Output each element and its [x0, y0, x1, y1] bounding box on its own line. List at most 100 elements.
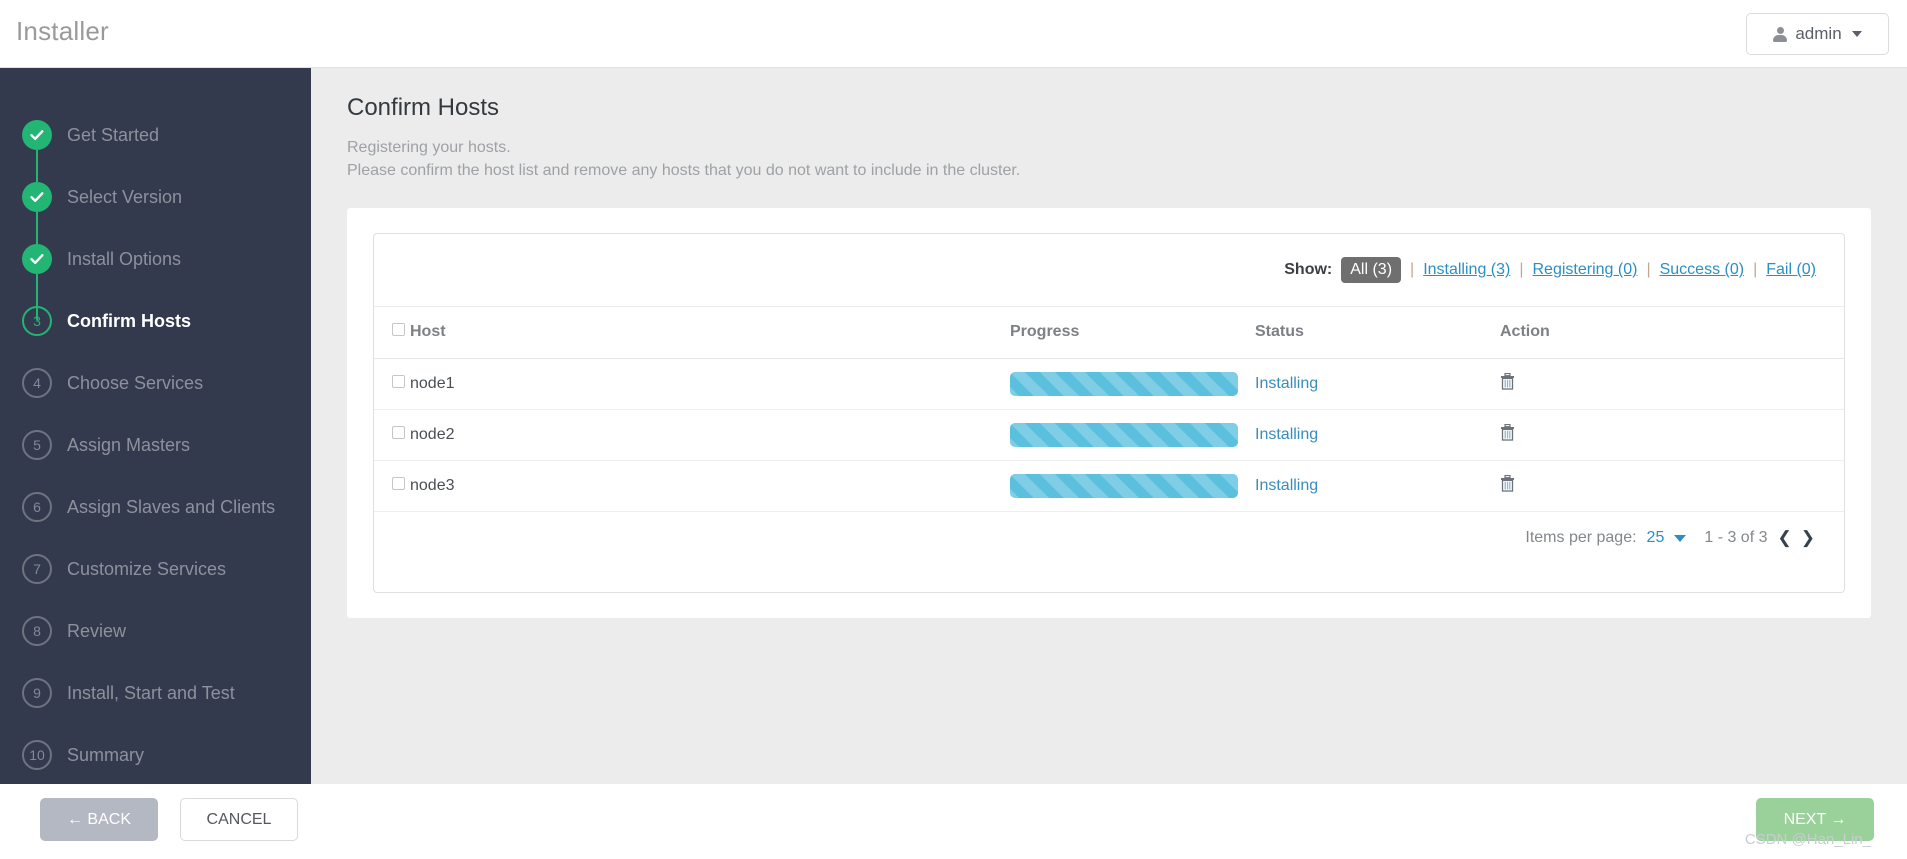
sidebar-step-label: Assign Slaves and Clients [67, 496, 276, 517]
filter-label: Show: [1284, 261, 1333, 279]
column-header-status: Status [1255, 323, 1304, 341]
step-number: 8 [22, 616, 52, 646]
user-icon [1773, 26, 1788, 42]
sidebar-step-install-start-and-test[interactable]: 9 Install, Start and Test [0, 662, 311, 724]
cell-progress [1010, 461, 1255, 512]
sidebar-step-review[interactable]: 8 Review [0, 600, 311, 662]
select-all-checkbox[interactable] [392, 323, 405, 337]
table-body: node1 Installing node2 Installing node3 Insta… [374, 359, 1844, 512]
sidebar-step-summary[interactable]: 10 Summary [0, 724, 311, 786]
chevron-down-icon [1851, 31, 1862, 37]
main-content: Confirm Hosts Registering your hosts. Pl… [311, 68, 1907, 784]
trash-icon[interactable] [1500, 373, 1515, 395]
filter-registering[interactable]: Registering (0) [1533, 261, 1638, 279]
table-row: node1 Installing [374, 359, 1844, 410]
step-number: 5 [22, 430, 52, 460]
trash-icon[interactable] [1500, 424, 1515, 446]
chevron-right-icon[interactable]: ❯ [1801, 528, 1815, 548]
sidebar-step-select-version[interactable]: Select Version [0, 166, 311, 258]
step-number: 10 [22, 740, 52, 770]
filter-all[interactable]: All (3) [1341, 257, 1402, 284]
cell-action [1500, 359, 1844, 410]
cell-action [1500, 410, 1844, 461]
row-checkbox[interactable] [392, 477, 405, 491]
footer-bar: ← BACK CANCEL NEXT → CSDN @Han_Lin_ [0, 784, 1907, 859]
filter-installing[interactable]: Installing (3) [1423, 261, 1510, 279]
chevron-left-icon[interactable]: ❮ [1778, 528, 1792, 548]
sidebar-step-get-started[interactable]: Get Started [0, 104, 311, 196]
sidebar-step-label: Review [67, 620, 127, 641]
check-icon [22, 182, 52, 212]
step-number: 3 [22, 306, 52, 336]
sidebar-step-label: Customize Services [67, 558, 227, 579]
step-number: 4 [22, 368, 52, 398]
cancel-button[interactable]: CANCEL [180, 798, 298, 841]
row-checkbox[interactable] [392, 426, 405, 440]
table-row: node3 Installing [374, 461, 1844, 512]
hosts-table: Host Progress Status Action node1 Install… [374, 307, 1844, 512]
step-number: 6 [22, 492, 52, 522]
chevron-down-icon[interactable] [1674, 534, 1687, 542]
sidebar-step-assign-masters[interactable]: 5 Assign Masters [0, 414, 311, 476]
content-subtitle: Registering your hosts. Please confirm t… [347, 136, 1871, 182]
sidebar-step-choose-services[interactable]: 4 Choose Services [0, 352, 311, 414]
filter-separator: | [1410, 261, 1415, 279]
top-bar: Installer admin [0, 0, 1907, 68]
cell-status: Installing [1255, 477, 1319, 495]
trash-icon[interactable] [1500, 475, 1515, 497]
sidebar-step-label: Install, Start and Test [67, 682, 235, 703]
subtitle-line-2: Please confirm the host list and remove … [347, 162, 1021, 180]
sidebar-step-label: Summary [67, 744, 145, 765]
sidebar-step-label: Install Options [67, 248, 182, 269]
check-icon [22, 244, 52, 274]
sidebar-step-label: Confirm Hosts [67, 310, 192, 331]
filter-success[interactable]: Success (0) [1660, 261, 1744, 279]
sidebar-step-customize-services[interactable]: 7 Customize Services [0, 538, 311, 600]
user-menu-button[interactable]: admin [1746, 13, 1889, 55]
cell-host: node3 [410, 477, 455, 495]
step-number: 7 [22, 554, 52, 584]
cell-progress [1010, 410, 1255, 461]
filter-fail[interactable]: Fail (0) [1766, 261, 1816, 279]
table-header: Host Progress Status Action [374, 307, 1844, 359]
cell-host: node1 [410, 375, 455, 393]
sidebar-step-label: Get Started [67, 124, 160, 145]
sidebar-step-install-options[interactable]: Install Options [0, 228, 311, 320]
sidebar-step-confirm-hosts[interactable]: 3 Confirm Hosts [0, 290, 311, 352]
cell-host: node2 [410, 426, 455, 444]
column-header-action: Action [1500, 323, 1550, 341]
cell-progress [1010, 359, 1255, 410]
sidebar-step-assign-slaves-and-clients[interactable]: 6 Assign Slaves and Clients [0, 476, 311, 538]
items-per-page-label: Items per page: [1525, 529, 1637, 547]
cell-status: Installing [1255, 375, 1319, 393]
cell-status: Installing [1255, 426, 1319, 444]
pagination: Items per page: 25 1 - 3 of 3 ❮ ❯ [374, 512, 1844, 548]
items-per-page-value[interactable]: 25 [1647, 529, 1665, 547]
sidebar-step-label: Select Version [67, 186, 183, 207]
row-select-cell [374, 359, 410, 410]
progress-bar [1010, 423, 1238, 448]
content-title: Confirm Hosts [347, 94, 500, 121]
hosts-panel: Show: All (3) | Installing (3) | Registering… [373, 233, 1845, 594]
next-button[interactable]: NEXT → [1756, 798, 1874, 841]
filter-separator: | [1646, 261, 1651, 279]
column-header-host: Host [410, 323, 446, 341]
sidebar: Get Started Select Version Install Options… [0, 68, 311, 784]
row-select-cell [374, 461, 410, 512]
progress-bar [1010, 474, 1238, 499]
column-header-progress: Progress [1010, 323, 1080, 341]
user-menu-label: admin [1795, 24, 1842, 43]
back-button[interactable]: ← BACK [40, 798, 158, 841]
filter-separator: | [1519, 261, 1524, 279]
filter-separator: | [1753, 261, 1758, 279]
sidebar-step-label: Assign Masters [67, 434, 191, 455]
page-title: Installer [16, 16, 109, 46]
cell-action [1500, 461, 1844, 512]
step-number: 9 [22, 678, 52, 708]
row-select-cell [374, 410, 410, 461]
pagination-range: 1 - 3 of 3 [1704, 529, 1768, 547]
filter-bar: Show: All (3) | Installing (3) | Registering… [374, 234, 1844, 308]
table-row: node2 Installing [374, 410, 1844, 461]
row-checkbox[interactable] [392, 375, 405, 389]
check-icon [22, 120, 52, 150]
